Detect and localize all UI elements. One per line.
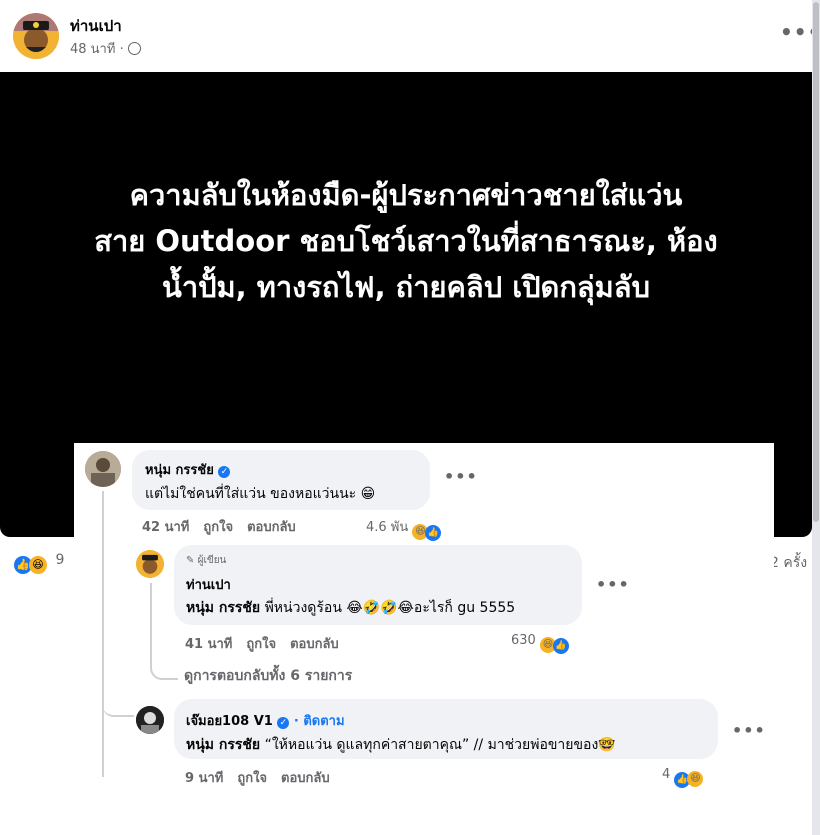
comment-more-icon[interactable]: ••• [444, 467, 478, 486]
reply-button[interactable]: ตอบกลับ [247, 520, 296, 535]
comment-actions: 9 นาที ถูกใจ ตอบกลับ [185, 767, 344, 788]
view-replies-link[interactable]: ดูการตอบกลับทั้ง 6 รายการ [184, 665, 352, 687]
haha-icon: 😆 [687, 771, 704, 787]
verified-icon: ✓ [218, 466, 231, 478]
reaction-count: 9 [55, 552, 65, 568]
comment-text: หนุ่ม กรรชัย พี่หน่วงดูร้อน 😂🤣🤣😂อะไรก็ g… [186, 597, 515, 619]
headline-line: สาย Outdoor ชอบโชว์เสาวในที่สาธารณะ, ห้อ… [94, 224, 718, 258]
post-author-name[interactable]: ท่านเปา [70, 14, 122, 38]
post-headline: ความลับในห้องมืด-ผู้ประกาศข่าวชายใส่แว่น… [30, 172, 782, 310]
like-button[interactable]: ถูกใจ [246, 637, 276, 652]
headline-line: น้ำปั้ม, ทางรถไฟ, ถ่ายคลิป เปิดกลุ่มลับ [162, 270, 650, 304]
post-reactions[interactable]: 👍 😆 9 [14, 552, 64, 574]
author-avatar[interactable] [13, 13, 59, 59]
comment-body: “ให้หอแว่น ดูแลทุกค่าสายตาคุณ” // มาช่วย… [260, 737, 616, 753]
post-header: ท่านเปา 48 นาที · ••• [0, 0, 820, 72]
reply-button[interactable]: ตอบกลับ [290, 637, 339, 652]
post-time: 48 นาที · [70, 42, 124, 57]
comment-body: พี่หน่วงดูร้อน 😂🤣🤣😂อะไรก็ gu 5555 [260, 600, 516, 616]
author-badge-label: ผู้เขียน [197, 555, 227, 566]
comment-author-name: หนุ่ม กรรชัย [145, 463, 214, 478]
commenter-avatar[interactable] [136, 706, 164, 734]
like-icon: 👍 [552, 638, 569, 654]
comment-time[interactable]: 42 นาที [142, 520, 189, 535]
post-timestamp[interactable]: 48 นาที · [70, 38, 141, 59]
comment-reactions[interactable]: 4.6 พัน 😆 👍 [366, 516, 442, 541]
mention-link[interactable]: หนุ่ม กรรชัย [186, 737, 260, 753]
like-button[interactable]: ถูกใจ [237, 771, 267, 786]
comment-more-icon[interactable]: ••• [732, 721, 766, 740]
comment-author[interactable]: เจ๊มอย108 V1 ✓ · ติดตาม [186, 710, 345, 731]
haha-icon: 😆 [29, 556, 47, 574]
comment-author-name[interactable]: ท่านเปา [186, 574, 231, 595]
verified-icon: ✓ [277, 717, 290, 729]
author-badge: ✎ ผู้เขียน [186, 553, 226, 568]
comment-reaction-count: 4.6 พัน [366, 520, 409, 535]
comment-text: หนุ่ม กรรชัย “ให้หอแว่น ดูแลทุกค่าสายตาค… [186, 734, 616, 756]
reply-button[interactable]: ตอบกลับ [281, 771, 330, 786]
comment-reaction-count: 4 [662, 767, 671, 782]
comment-bubble: เจ๊มอย108 V1 ✓ · ติดตาม หนุ่ม กรรชัย “ให… [174, 699, 718, 759]
commenter-avatar[interactable] [85, 451, 121, 487]
comment-author[interactable]: หนุ่ม กรรชัย ✓ [145, 459, 231, 480]
comment-bubble: หนุ่ม กรรชัย ✓ แต่ไม่ใช่คนที่ใส่แว่น ของ… [132, 450, 430, 510]
post-shares[interactable]: 2 ครั้ง [770, 552, 807, 574]
comment-reactions[interactable]: 4 👍 😆 [662, 767, 704, 788]
scrollbar[interactable] [812, 0, 820, 835]
comment-time[interactable]: 9 นาที [185, 771, 223, 786]
like-button[interactable]: ถูกใจ [203, 520, 233, 535]
comment-bubble: ✎ ผู้เขียน ท่านเปา หนุ่ม กรรชัย พี่หน่วง… [174, 545, 582, 625]
comment-reaction-count: 630 [511, 633, 536, 648]
comment-more-icon[interactable]: ••• [596, 575, 630, 594]
commenter-avatar[interactable] [136, 550, 164, 578]
comment-actions: 41 นาที ถูกใจ ตอบกลับ [185, 633, 353, 654]
mention-link[interactable]: หนุ่ม กรรชัย [186, 600, 260, 616]
globe-icon [127, 42, 141, 55]
comment-actions: 42 นาที ถูกใจ ตอบกลับ [142, 516, 310, 537]
comments-screenshot: หนุ่ม กรรชัย ✓ แต่ไม่ใช่คนที่ใส่แว่น ของ… [74, 443, 774, 793]
comment-time[interactable]: 41 นาที [185, 637, 232, 652]
headline-line: ความลับในห้องมืด-ผู้ประกาศข่าวชายใส่แว่น [129, 178, 683, 212]
follow-button[interactable]: · ติดตาม [294, 714, 345, 729]
thread-curve [102, 705, 134, 717]
comment-text: แต่ไม่ใช่คนที่ใส่แว่น ของหอแว่นนะ 😁 [145, 486, 376, 502]
like-icon: 👍 [425, 525, 442, 541]
comment-author-name: เจ๊มอย108 V1 [186, 714, 273, 729]
scrollbar-thumb[interactable] [813, 2, 819, 522]
comment-reactions[interactable]: 630 😆 👍 [511, 633, 569, 654]
pencil-icon: ✎ [186, 555, 195, 566]
thread-line [102, 491, 104, 777]
